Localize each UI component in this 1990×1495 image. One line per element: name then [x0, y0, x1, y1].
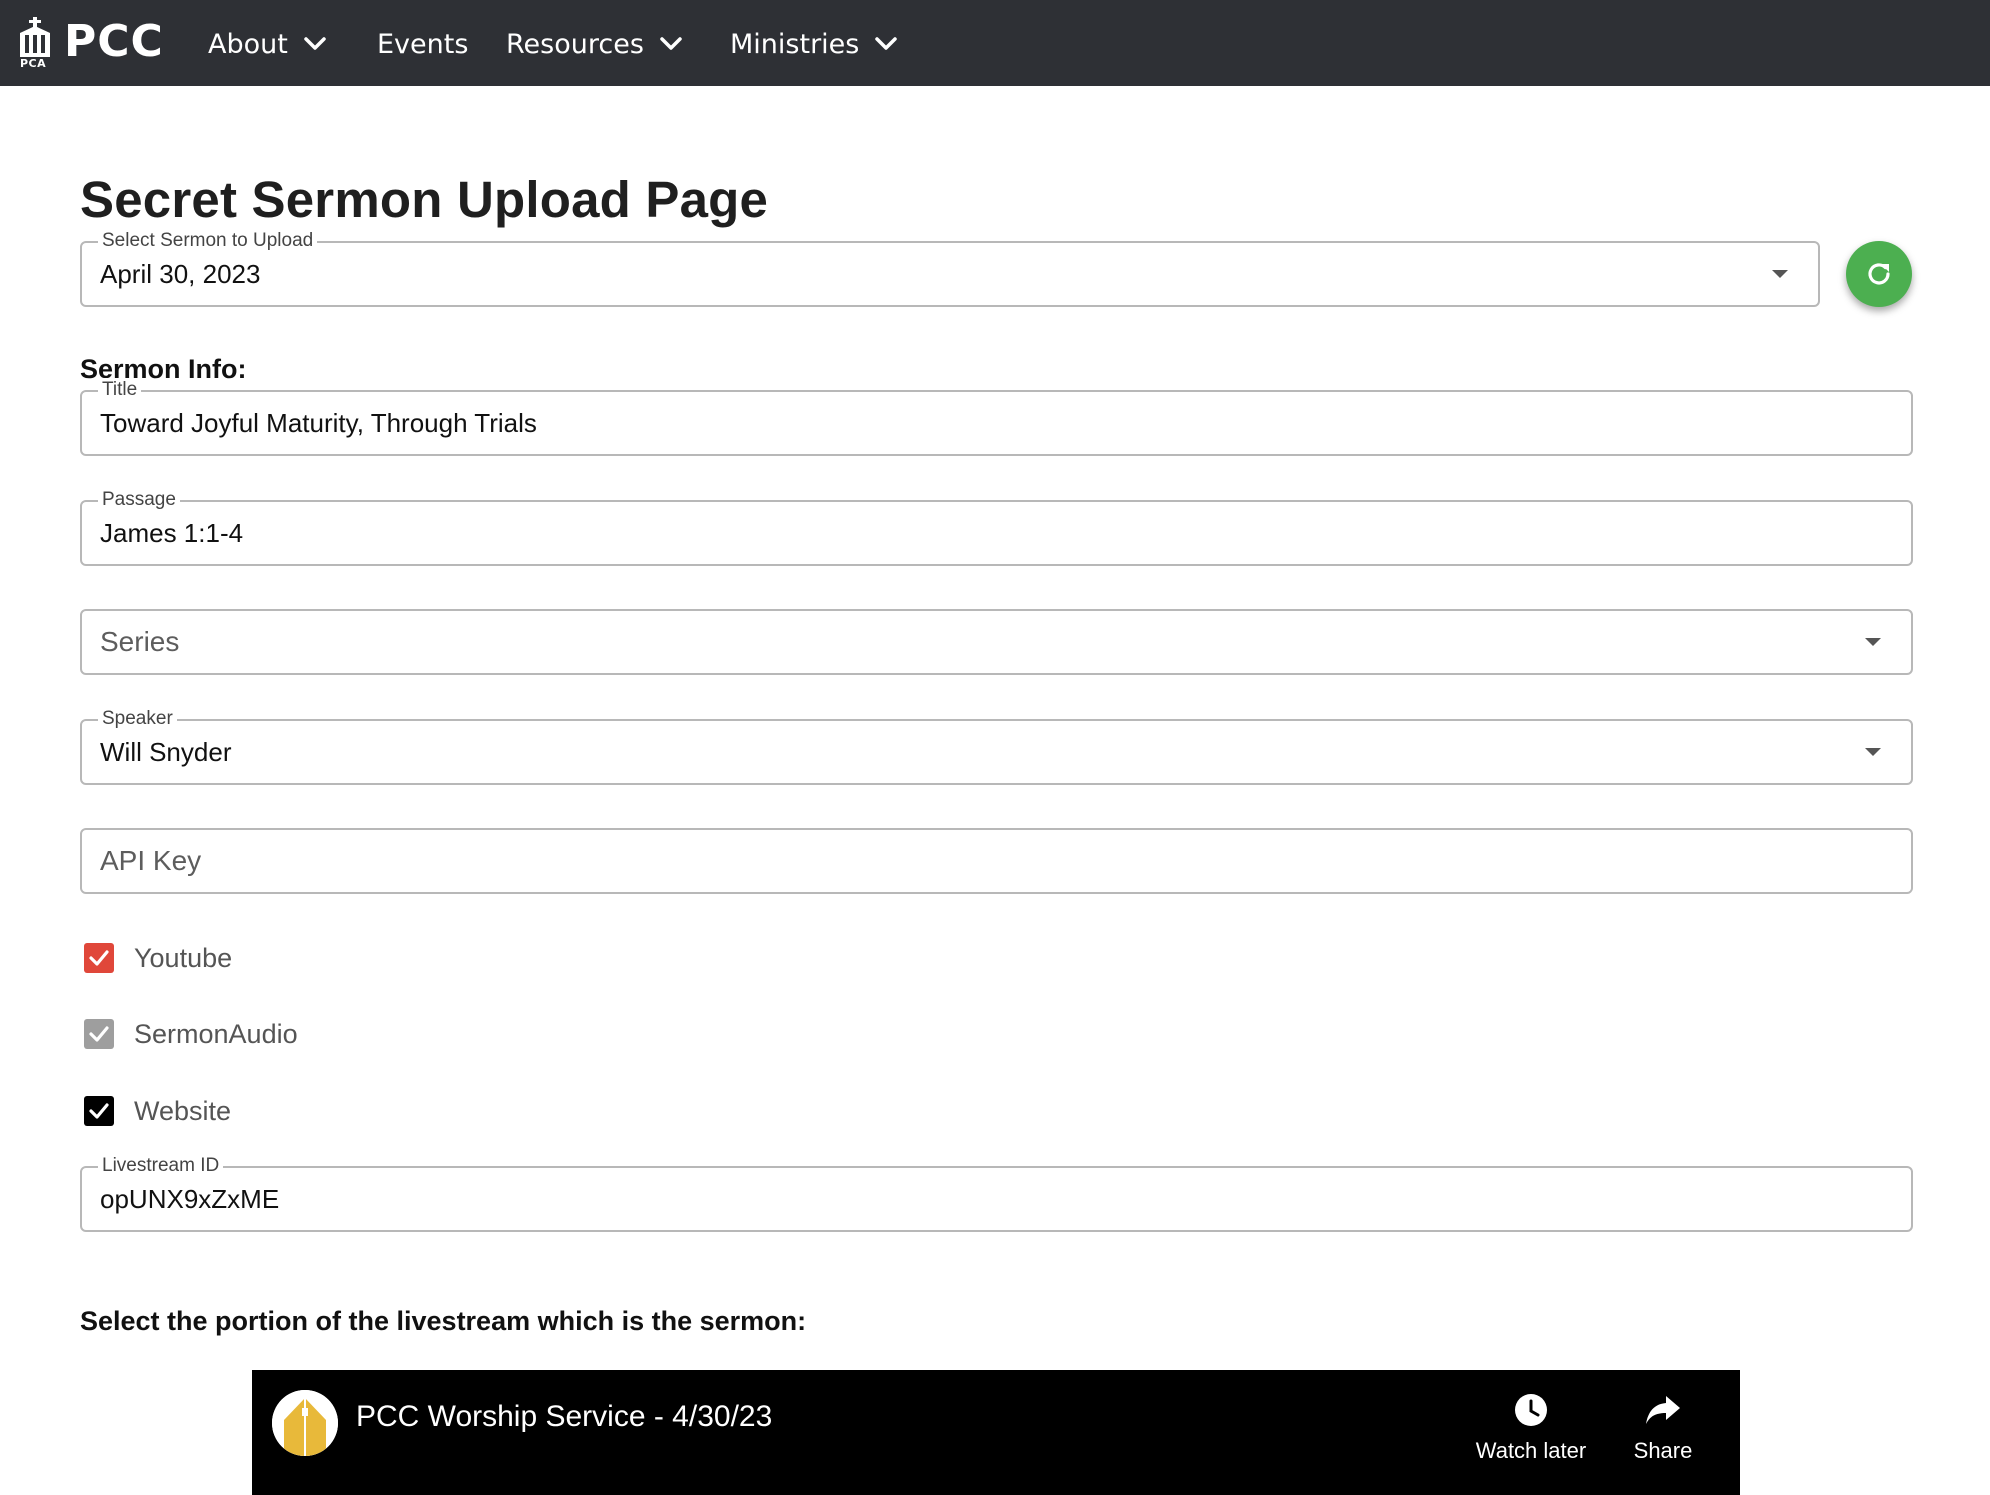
youtube-checkbox[interactable]: Youtube	[80, 938, 232, 978]
nav-about-label: About	[208, 28, 288, 60]
api-key-field[interactable]: API Key	[80, 828, 1913, 894]
refresh-icon	[1868, 263, 1890, 285]
nav-about[interactable]: About	[208, 24, 326, 64]
youtube-checkbox-label: Youtube	[134, 942, 233, 973]
series-select-placeholder: Series	[100, 626, 180, 657]
church-logo-icon: PCA	[18, 17, 52, 71]
nav-resources[interactable]: Resources	[506, 24, 682, 64]
channel-avatar[interactable]	[272, 1390, 338, 1456]
refresh-button[interactable]	[1846, 241, 1912, 307]
nav-ministries-label: Ministries	[730, 28, 860, 60]
nav-ministries[interactable]: Ministries	[730, 24, 898, 64]
website-checkbox[interactable]: Website	[80, 1091, 231, 1131]
share-label: Share	[1633, 1438, 1693, 1463]
portion-instruction: Select the portion of the livestream whi…	[80, 1306, 807, 1336]
share-button[interactable]: Share	[1598, 1392, 1728, 1464]
caret-down-icon	[1865, 748, 1881, 756]
checkbox-checked-icon[interactable]	[84, 943, 114, 973]
caret-down-icon	[1772, 270, 1788, 278]
checkbox-checked-icon[interactable]	[84, 1096, 114, 1126]
passage-field[interactable]: Passage James 1:1-4	[80, 488, 1913, 566]
caret-down-icon	[1865, 638, 1881, 646]
series-select[interactable]: Series	[80, 609, 1913, 675]
title-field-value: Toward Joyful Maturity, Through Trials	[100, 408, 537, 438]
video-title[interactable]: PCC Worship Service - 4/30/23	[356, 1400, 772, 1434]
share-arrow-icon	[1646, 1396, 1680, 1424]
nav-resources-label: Resources	[506, 28, 644, 60]
logo-text: PCC	[64, 16, 164, 67]
title-field[interactable]: Title Toward Joyful Maturity, Through Tr…	[80, 378, 1913, 456]
chevron-down-icon	[304, 37, 326, 50]
livestream-id-value: opUNX9xZxME	[100, 1184, 280, 1214]
nav-events[interactable]: Events	[377, 24, 468, 64]
page-title: Secret Sermon Upload Page	[80, 171, 769, 228]
sermon-select-value: April 30, 2023	[100, 259, 261, 289]
sermonaudio-checkbox[interactable]: SermonAudio	[80, 1014, 298, 1054]
api-key-placeholder: API Key	[100, 845, 202, 876]
checkbox-checked-icon[interactable]	[84, 1019, 114, 1049]
sermonaudio-checkbox-label: SermonAudio	[134, 1018, 298, 1049]
passage-field-value: James 1:1-4	[100, 518, 244, 548]
logo-subtext: PCA	[20, 57, 47, 70]
chevron-down-icon	[660, 37, 682, 50]
livestream-id-field[interactable]: Livestream ID opUNX9xZxME	[80, 1154, 1913, 1232]
chevron-down-icon	[875, 37, 898, 50]
video-player[interactable]: PCC Worship Service - 4/30/23 Watch late…	[252, 1370, 1740, 1495]
speaker-select[interactable]: Speaker Will Snyder	[80, 707, 1913, 785]
website-checkbox-label: Website	[134, 1095, 232, 1126]
sermon-select[interactable]: Select Sermon to Upload April 30, 2023	[80, 229, 1820, 307]
watch-later-button[interactable]: Watch later	[1466, 1392, 1596, 1464]
watch-later-label: Watch later	[1475, 1438, 1587, 1463]
nav-events-label: Events	[377, 28, 469, 60]
site-logo[interactable]: PCA PCC	[18, 17, 163, 71]
clock-icon	[1515, 1394, 1547, 1426]
top-navbar: PCA PCC About Events Resources Ministrie…	[0, 0, 1990, 86]
speaker-select-value: Will Snyder	[100, 737, 232, 767]
